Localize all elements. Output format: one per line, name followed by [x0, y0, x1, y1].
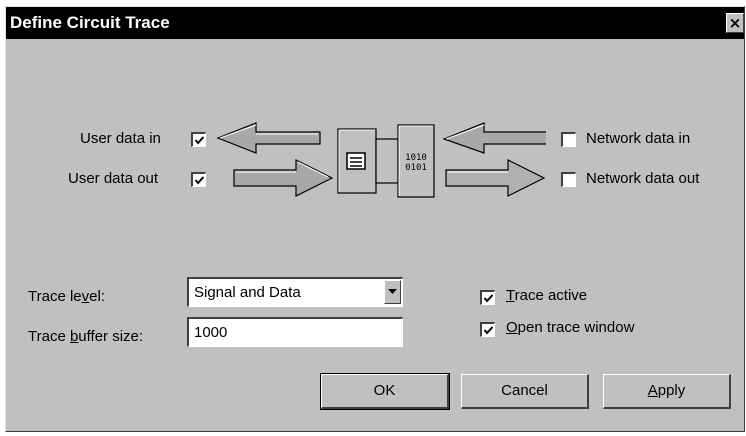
- window-title: Define Circuit Trace: [10, 13, 170, 32]
- trace-level-dropdown-button[interactable]: [384, 280, 401, 304]
- ok-button[interactable]: OK: [320, 373, 450, 410]
- checkmark-icon: [483, 326, 494, 335]
- user-data-in-checkbox[interactable]: [191, 132, 206, 147]
- trace-buffer-size-label: Trace buffer size:: [28, 328, 144, 345]
- checkmark-icon: [194, 176, 205, 185]
- open-trace-window-checkbox[interactable]: [480, 322, 495, 337]
- trace-level-label: Trace level:: [28, 288, 105, 305]
- apply-button[interactable]: Apply: [603, 374, 731, 409]
- network-out-arrow-icon: [445, 159, 546, 197]
- trace-active-checkbox[interactable]: [480, 290, 495, 305]
- trace-buffer-size-value: 1000: [194, 324, 228, 341]
- user-data-out-checkbox[interactable]: [191, 172, 206, 187]
- network-data-out-checkbox[interactable]: [561, 172, 576, 187]
- user-data-in-label: User data in: [80, 130, 161, 147]
- svg-text:1010: 1010: [405, 153, 427, 163]
- user-out-arrow-icon: [233, 159, 334, 197]
- trace-level-value: Signal and Data: [194, 284, 301, 301]
- chevron-down-icon: [388, 289, 397, 294]
- user-in-arrow-icon: [216, 122, 321, 154]
- trace-level-dropdown[interactable]: Signal and Data: [187, 277, 403, 307]
- checkmark-icon: [483, 294, 494, 303]
- svg-text:0101: 0101: [405, 163, 427, 173]
- close-icon: ×: [728, 14, 742, 32]
- network-data-in-label: Network data in: [586, 130, 691, 147]
- user-data-out-label: User data out: [68, 170, 159, 187]
- define-circuit-trace-dialog: Define Circuit Trace × User data in User…: [5, 6, 745, 432]
- network-in-arrow-icon: [442, 122, 546, 154]
- checkmark-icon: [194, 136, 205, 145]
- circuit-diagram: 1010 0101: [216, 122, 546, 198]
- cancel-button[interactable]: Cancel: [461, 374, 589, 409]
- close-button[interactable]: ×: [726, 13, 744, 33]
- open-trace-window-label: Open trace window: [506, 319, 635, 336]
- trace-buffer-size-input[interactable]: 1000: [187, 317, 403, 347]
- trace-active-label: Trace active: [506, 287, 588, 304]
- network-data-in-checkbox[interactable]: [561, 132, 576, 147]
- title-bar[interactable]: Define Circuit Trace ×: [6, 7, 744, 39]
- network-data-out-label: Network data out: [586, 170, 700, 187]
